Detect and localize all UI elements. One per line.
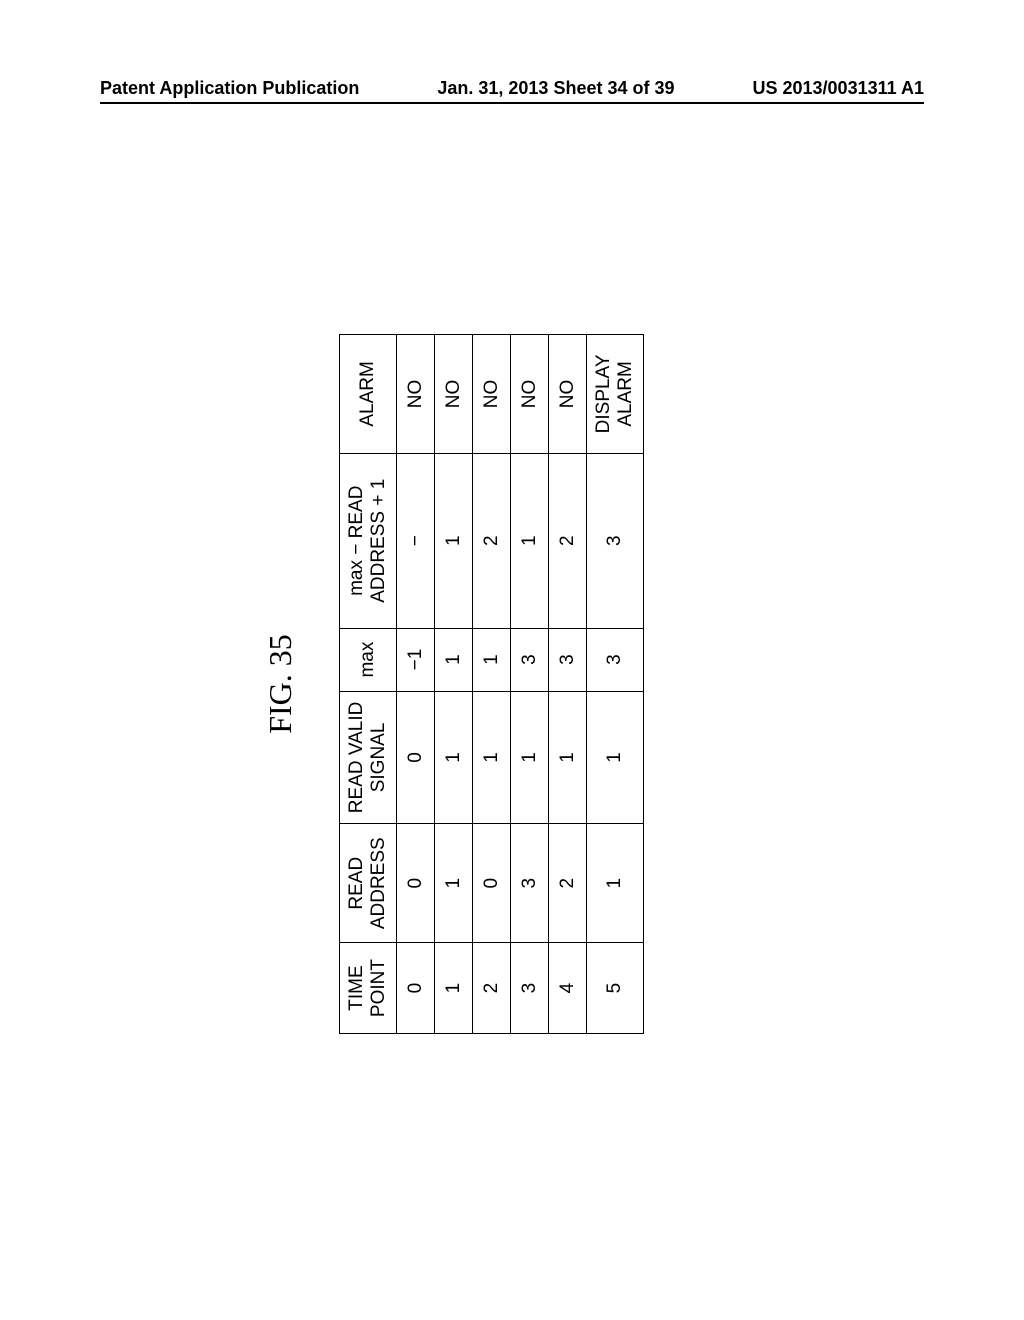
table-row: 2 0 1 1 2 NO xyxy=(473,335,511,1034)
col-header: TIME POINT xyxy=(340,943,397,1034)
cell: 2 xyxy=(549,453,587,628)
cell: 1 xyxy=(435,824,473,943)
cell: 2 xyxy=(473,943,511,1034)
table-row: 3 3 1 3 1 NO xyxy=(511,335,549,1034)
cell: NO xyxy=(473,335,511,454)
col-header: READ ADDRESS xyxy=(340,824,397,943)
cell: 0 xyxy=(397,691,435,824)
header-rule xyxy=(100,102,924,104)
table-row: 1 1 1 1 1 NO xyxy=(435,335,473,1034)
col-header: max xyxy=(340,628,397,691)
cell: NO xyxy=(511,335,549,454)
cell: 2 xyxy=(549,824,587,943)
figure-label: FIG. 35 xyxy=(262,334,299,1034)
page-header: Patent Application Publication Jan. 31, … xyxy=(0,78,1024,99)
figure-content: FIG. 35 TIME POINT READ ADDRESS READ VAL… xyxy=(262,334,750,1034)
cell: 1 xyxy=(587,824,644,943)
table-row: 0 0 0 −1 − NO xyxy=(397,335,435,1034)
cell: 1 xyxy=(435,453,473,628)
cell: 0 xyxy=(473,824,511,943)
cell: 1 xyxy=(587,691,644,824)
header-center: Jan. 31, 2013 Sheet 34 of 39 xyxy=(437,78,674,99)
header-right: US 2013/0031311 A1 xyxy=(753,78,924,99)
col-header: max − READ ADDRESS + 1 xyxy=(340,453,397,628)
cell: 1 xyxy=(511,453,549,628)
cell: 1 xyxy=(435,943,473,1034)
data-table: TIME POINT READ ADDRESS READ VALID SIGNA… xyxy=(339,334,644,1034)
cell: 1 xyxy=(435,691,473,824)
table-row: 5 1 1 3 3 DISPLAY ALARM xyxy=(587,335,644,1034)
cell: 3 xyxy=(511,628,549,691)
cell: DISPLAY ALARM xyxy=(587,335,644,454)
cell: 3 xyxy=(511,943,549,1034)
cell: 2 xyxy=(473,453,511,628)
cell: −1 xyxy=(397,628,435,691)
cell: NO xyxy=(549,335,587,454)
cell: 1 xyxy=(549,691,587,824)
col-header: ALARM xyxy=(340,335,397,454)
table-header-row: TIME POINT READ ADDRESS READ VALID SIGNA… xyxy=(340,335,397,1034)
cell: 1 xyxy=(473,628,511,691)
cell: NO xyxy=(435,335,473,454)
cell: 1 xyxy=(435,628,473,691)
cell: NO xyxy=(397,335,435,454)
cell: 1 xyxy=(511,691,549,824)
cell: 0 xyxy=(397,824,435,943)
col-header: READ VALID SIGNAL xyxy=(340,691,397,824)
cell: 3 xyxy=(587,628,644,691)
cell: 0 xyxy=(397,943,435,1034)
cell: 4 xyxy=(549,943,587,1034)
table-row: 4 2 1 3 2 NO xyxy=(549,335,587,1034)
cell: 5 xyxy=(587,943,644,1034)
cell: 1 xyxy=(473,691,511,824)
cell: 3 xyxy=(511,824,549,943)
header-left: Patent Application Publication xyxy=(100,78,359,99)
cell: − xyxy=(397,453,435,628)
cell: 3 xyxy=(549,628,587,691)
cell: 3 xyxy=(587,453,644,628)
